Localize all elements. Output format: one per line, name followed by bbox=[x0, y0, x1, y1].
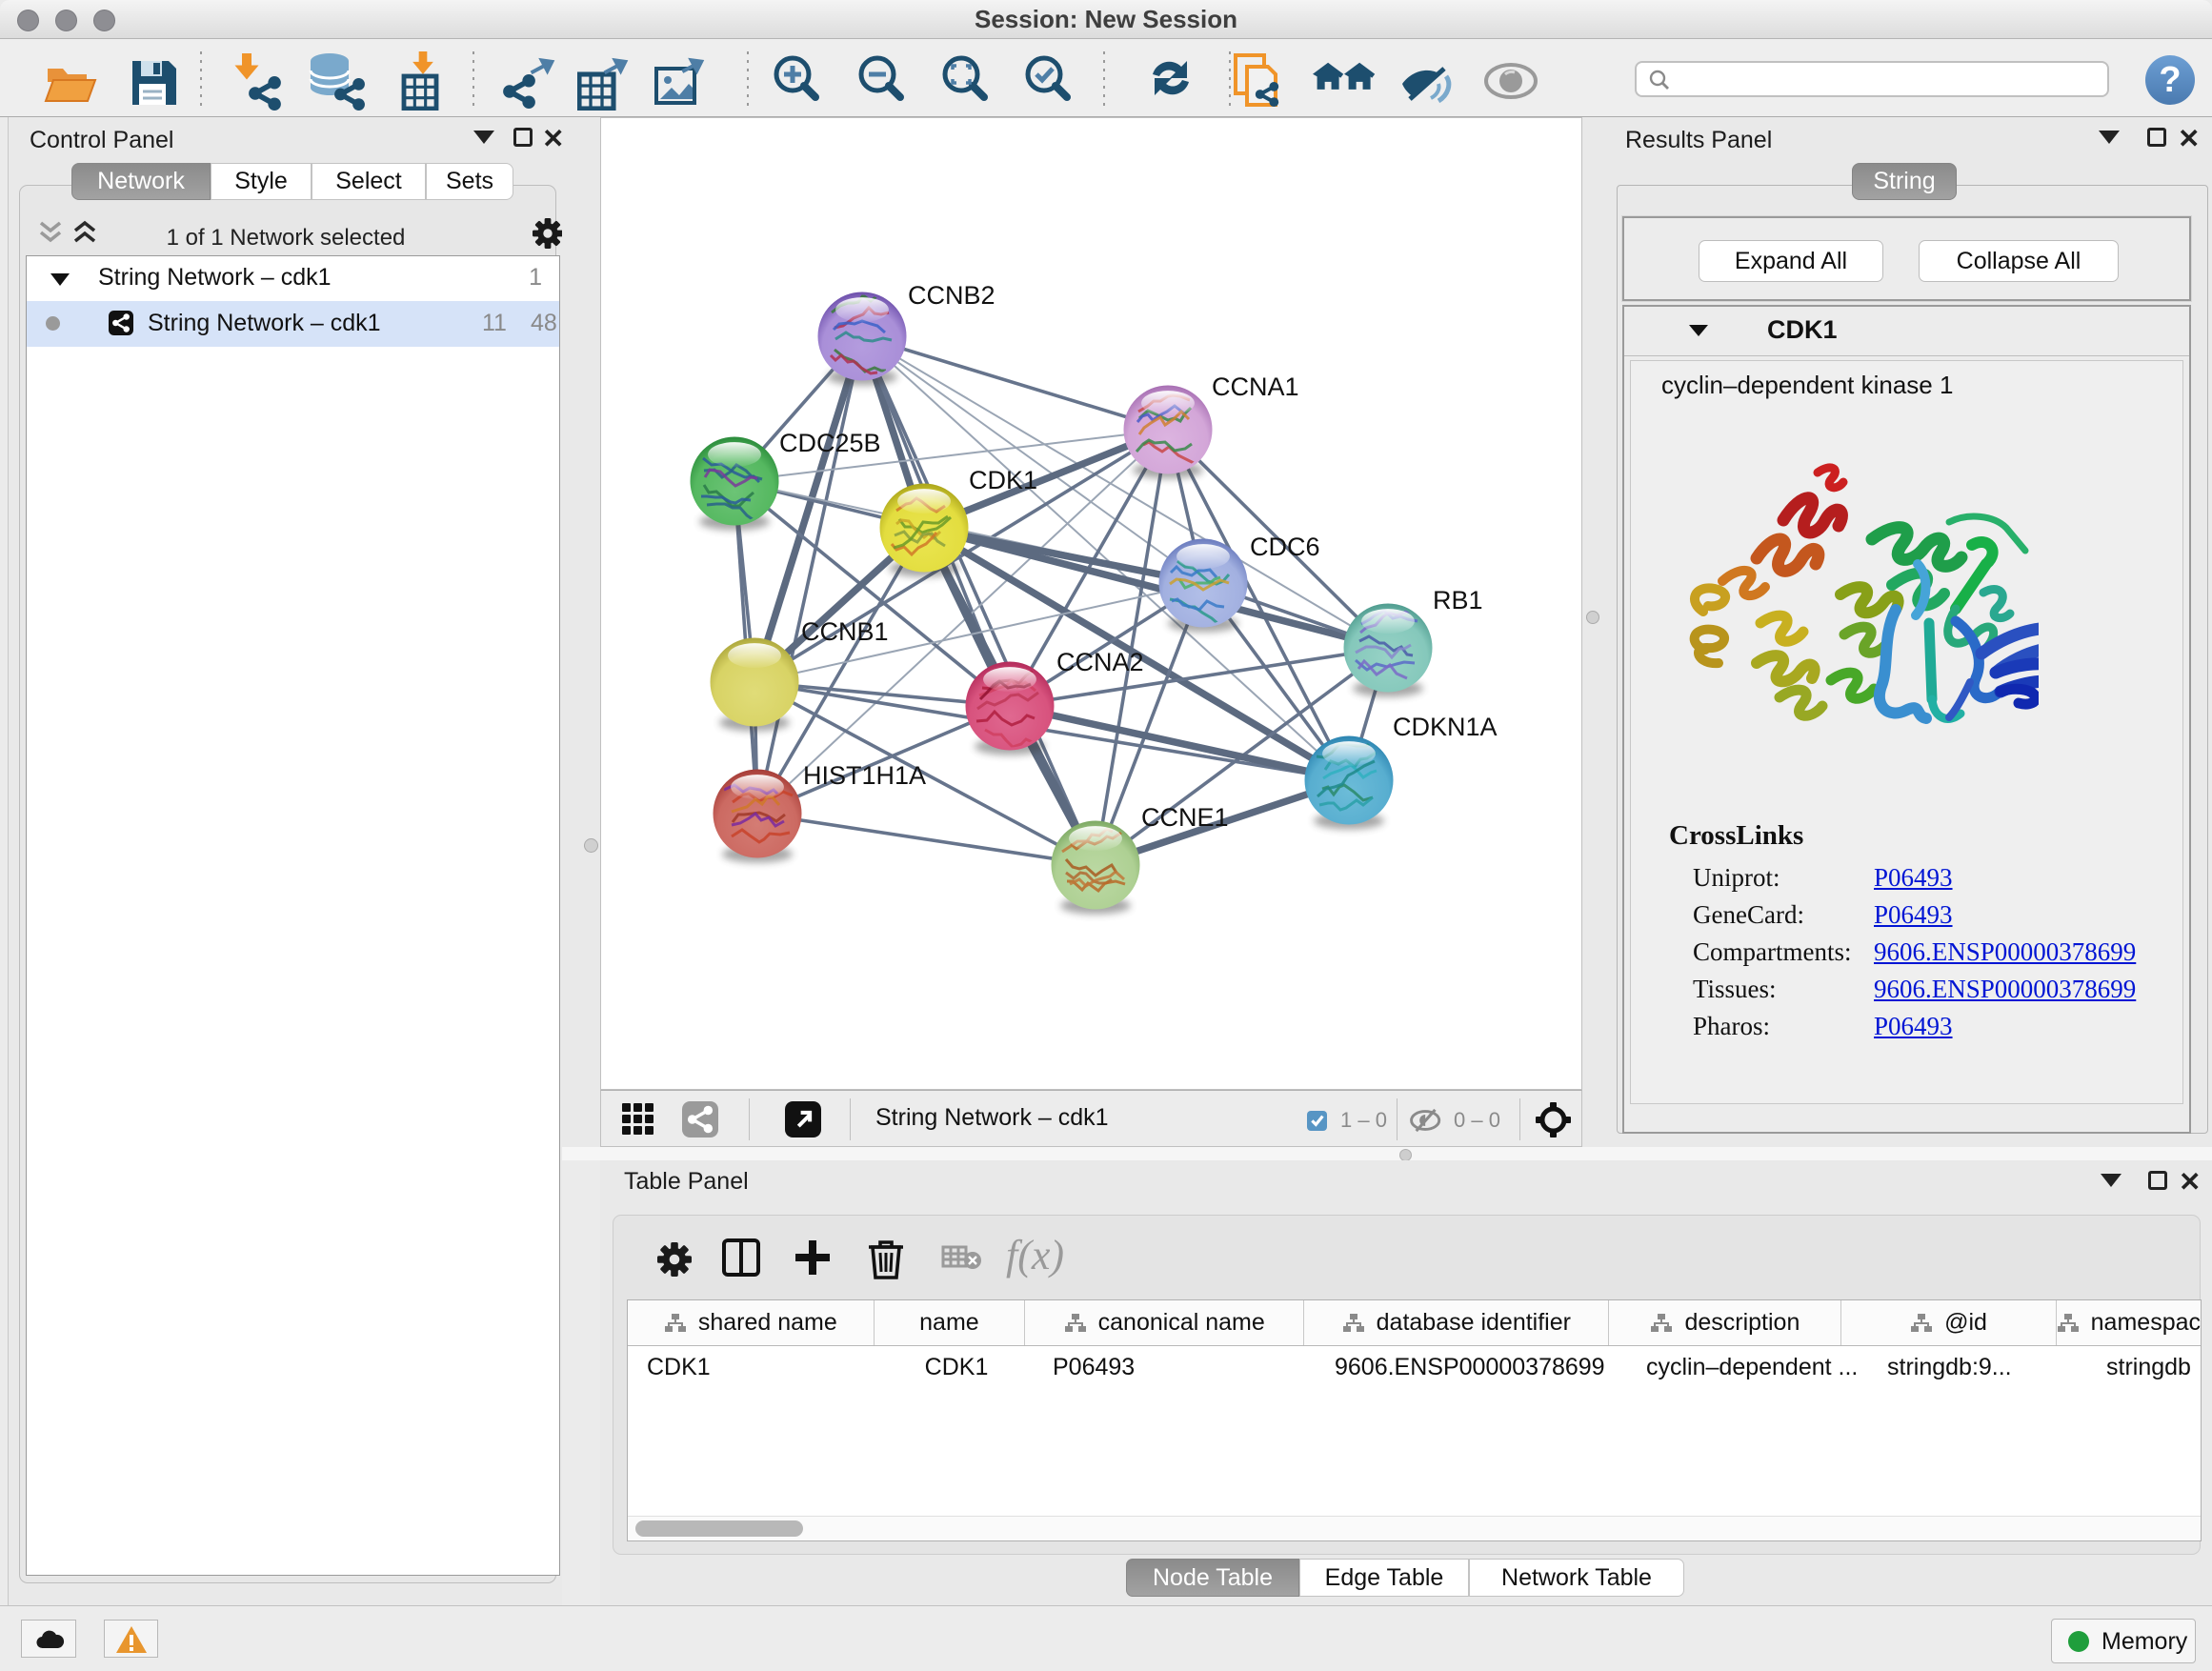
svg-text:CDC6: CDC6 bbox=[1250, 533, 1320, 561]
svg-text:RB1: RB1 bbox=[1433, 586, 1483, 614]
svg-text:CCNE1: CCNE1 bbox=[1141, 803, 1229, 832]
svg-text:CDK1: CDK1 bbox=[969, 466, 1037, 494]
svg-text:CCNA1: CCNA1 bbox=[1212, 372, 1299, 401]
svg-text:CCNB1: CCNB1 bbox=[801, 617, 889, 646]
svg-text:CDC25B: CDC25B bbox=[779, 429, 881, 457]
svg-text:CCNA2: CCNA2 bbox=[1056, 648, 1144, 676]
svg-text:CDKN1A: CDKN1A bbox=[1393, 713, 1498, 741]
svg-text:HIST1H1A: HIST1H1A bbox=[803, 761, 926, 790]
svg-text:CCNB2: CCNB2 bbox=[908, 281, 995, 310]
